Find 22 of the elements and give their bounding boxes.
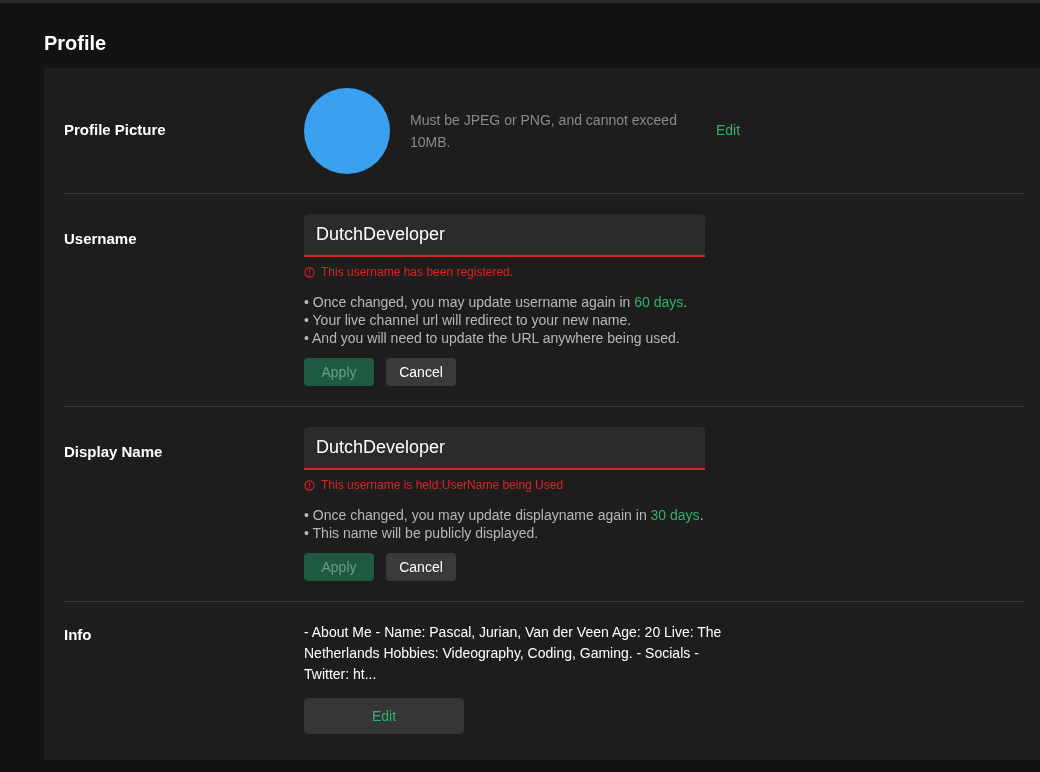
field-label: Info — [64, 625, 93, 645]
edit-button[interactable]: Edit — [304, 698, 464, 734]
cancel-button[interactable]: Cancel — [386, 553, 456, 581]
note-text: • And you will need to update the URL anywhere being used. — [304, 329, 681, 347]
error-message: This username is held:UserName being Used — [321, 477, 564, 494]
edit-link[interactable]: Edit — [716, 120, 741, 141]
note-text: • Once changed, you may update displayname again in 30 days. — [304, 506, 705, 524]
error-message: This username has been registered. — [321, 264, 514, 281]
field-label: Profile Picture — [64, 120, 167, 141]
error-icon — [304, 479, 315, 491]
note-text: • Your live channel url will redirect to your new name. — [304, 311, 633, 329]
text-field[interactable]: DutchDeveloper — [304, 427, 705, 470]
field-label: Username — [64, 229, 138, 249]
note-text: • Once changed, you may update username again in 60 days. — [304, 293, 689, 311]
hint-text: Must be JPEG or PNG, and cannot exceed 10MB. — [410, 110, 678, 152]
text-field[interactable]: DutchDeveloper — [304, 214, 705, 257]
info-text: - About Me - Name: Pascal, Jurian, Van der Veen Age: 20 Live: The Netherlands Hobbies: Videography, Coding, Gaming. - Socials - Twitter: ht... — [304, 623, 723, 684]
error-icon — [304, 266, 315, 278]
page-title: Profile — [43, 31, 108, 56]
note-text: • This name will be publicly displayed. — [304, 524, 540, 542]
field-label: Display Name — [64, 442, 164, 462]
cancel-button[interactable]: Cancel — [386, 358, 456, 386]
